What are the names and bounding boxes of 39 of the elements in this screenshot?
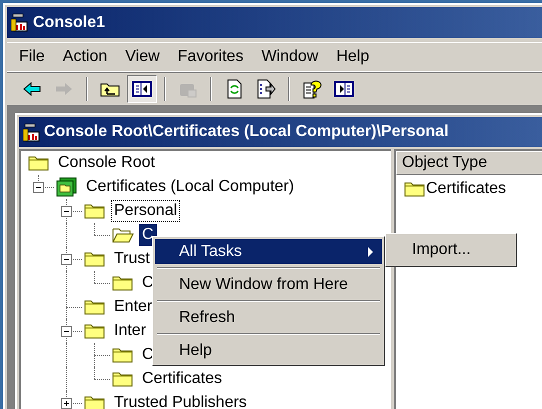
tree-item[interactable]: C: [139, 272, 157, 294]
tree-item[interactable]: Console Root: [55, 152, 158, 174]
collapse-toggle[interactable]: [61, 326, 72, 337]
menu-item[interactable]: Help: [330, 43, 376, 71]
menu-item[interactable]: File: [13, 43, 51, 71]
tree-item[interactable]: C: [139, 344, 157, 366]
action-pane-icon: [334, 79, 354, 99]
column-header[interactable]: Object Type: [396, 151, 542, 175]
toolbar-button[interactable]: [127, 75, 157, 103]
collapse-toggle[interactable]: [33, 182, 44, 193]
back-arrow-icon: [22, 79, 42, 99]
tree-item[interactable]: Personal: [111, 200, 180, 222]
collapse-toggle[interactable]: [61, 206, 72, 217]
tree-pane-icon: [132, 79, 152, 99]
menu-item[interactable]: Help: [155, 338, 382, 363]
tree-item[interactable]: Trust: [111, 248, 153, 270]
collapse-toggle[interactable]: [61, 254, 72, 265]
app-icon: [11, 13, 29, 32]
list-item[interactable]: Certificates: [426, 177, 506, 201]
tree-item[interactable]: Certificates: [139, 368, 226, 390]
expand-toggle[interactable]: [61, 398, 72, 409]
export-list-icon: [256, 79, 276, 99]
help-icon: [302, 79, 322, 99]
window-title: Console1: [33, 12, 106, 32]
tree-item[interactable]: Inter: [111, 320, 150, 342]
menu-item[interactable]: Action: [56, 43, 114, 71]
menu-item[interactable]: Window: [255, 43, 324, 71]
app-icon: [23, 122, 41, 142]
child-window-title: Console Root\Certificates (Local Computer)\Personal: [44, 122, 449, 142]
menu-item[interactable]: Refresh: [155, 305, 382, 330]
menu-item[interactable]: Import...: [388, 236, 514, 264]
menu-item[interactable]: New Window from Here: [155, 272, 382, 297]
tree-item[interactable]: Certificates (Local Computer): [83, 176, 298, 198]
menu-item[interactable]: Favorites: [172, 43, 250, 71]
certificate-store-icon: [56, 177, 78, 197]
menu-item[interactable]: View: [119, 43, 166, 71]
menu-item[interactable]: All Tasks: [155, 239, 382, 264]
tree-item[interactable]: Trusted Publishers: [111, 392, 250, 409]
tree-item[interactable]: Enter: [111, 296, 156, 318]
